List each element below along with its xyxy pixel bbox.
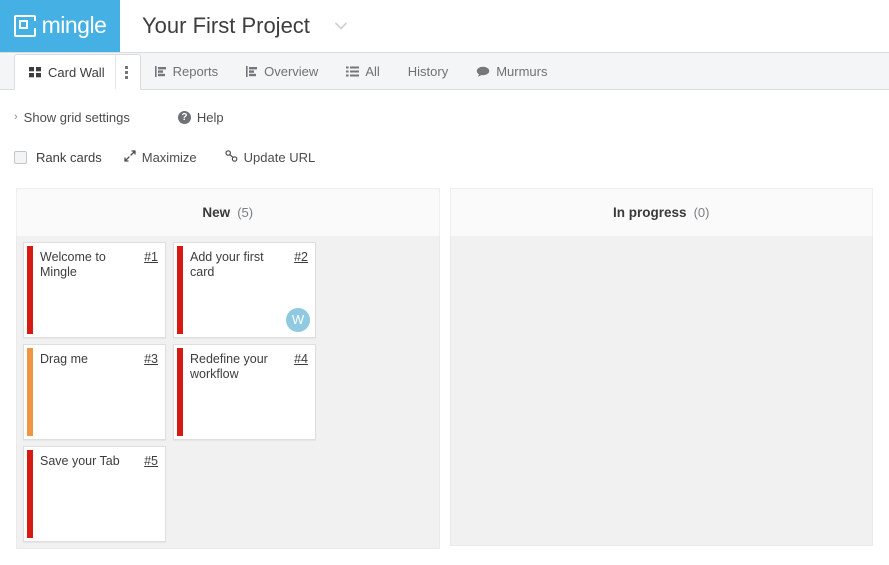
card-slot: Save your Tab #5 [23, 446, 173, 548]
bar-chart-icon [246, 66, 258, 77]
mingle-logo-icon [14, 15, 36, 37]
card-number-link[interactable]: #1 [144, 250, 158, 264]
list-icon [346, 66, 359, 77]
tab-history[interactable]: History [394, 53, 462, 89]
chevron-right-icon: › [14, 112, 18, 123]
column-header-new[interactable]: New (5) [16, 188, 440, 236]
vertical-dots-icon[interactable] [115, 55, 134, 89]
project-selector[interactable]: Your First Project [120, 0, 889, 52]
card-number-link[interactable]: #4 [294, 352, 308, 366]
tab-label-murmurs: Murmurs [496, 64, 547, 79]
column-new: New (5) Welcome to Mingle #1 [16, 188, 440, 549]
speech-bubble-icon [476, 66, 490, 77]
tab-label-all: All [365, 64, 379, 79]
card-slot: Redefine your workflow #4 [173, 344, 323, 446]
card-slot: Drag me #3 [23, 344, 173, 446]
tab-card-wall[interactable]: Card Wall [14, 54, 141, 90]
rank-cards-label: Rank cards [36, 150, 102, 165]
card-slot: Welcome to Mingle #1 [23, 242, 173, 344]
card-title: Add your first card [190, 250, 278, 280]
tab-label-reports: Reports [173, 64, 219, 79]
column-header-in-progress[interactable]: In progress (0) [450, 188, 874, 236]
card-5[interactable]: Save your Tab #5 [23, 446, 166, 542]
card-title: Drag me [40, 352, 88, 367]
update-url-button[interactable]: Update URL [225, 150, 316, 165]
card-number-link[interactable]: #2 [294, 250, 308, 264]
card-1[interactable]: Welcome to Mingle #1 [23, 242, 166, 338]
card-slot: Add your first card #2 W [173, 242, 323, 344]
help-link[interactable]: ? Help [178, 110, 224, 125]
column-body-new[interactable]: Welcome to Mingle #1 Add your first card… [16, 236, 440, 549]
toolbar-row-secondary: Rank cards Maximize Update URL [14, 144, 889, 170]
card-wall-toolbar: › Show grid settings ? Help Rank cards M… [0, 90, 889, 170]
brand-name: mingle [42, 14, 107, 39]
grid-icon [29, 67, 42, 78]
avatar[interactable]: W [286, 308, 310, 332]
tab-label-overview: Overview [264, 64, 318, 79]
maximize-button[interactable]: Maximize [124, 150, 197, 165]
tab-label-history: History [408, 64, 448, 79]
card-number-link[interactable]: #5 [144, 454, 158, 468]
chevron-down-icon[interactable] [332, 17, 350, 35]
card-4[interactable]: Redefine your workflow #4 [173, 344, 316, 440]
help-label: Help [197, 110, 224, 125]
show-grid-settings-label: Show grid settings [24, 110, 130, 125]
expand-arrows-icon [124, 150, 136, 165]
column-count-in-progress: (0) [694, 205, 710, 220]
card-2[interactable]: Add your first card #2 W [173, 242, 316, 338]
bar-chart-icon [155, 66, 167, 77]
tab-murmurs[interactable]: Murmurs [462, 53, 561, 89]
tab-label-card-wall: Card Wall [48, 65, 105, 80]
column-in-progress: In progress (0) [450, 188, 874, 549]
card-number-link[interactable]: #3 [144, 352, 158, 366]
app-header: mingle Your First Project [0, 0, 889, 53]
column-name-new: New [202, 205, 230, 220]
mingle-brand-logo[interactable]: mingle [0, 0, 120, 52]
update-url-label: Update URL [244, 150, 316, 165]
maximize-label: Maximize [142, 150, 197, 165]
card-title: Redefine your workflow [190, 352, 278, 382]
question-mark-circle-icon: ? [178, 111, 191, 124]
column-name-in-progress: In progress [613, 205, 687, 220]
card-3[interactable]: Drag me #3 [23, 344, 166, 440]
link-chain-icon [225, 150, 238, 165]
page-title: Your First Project [142, 13, 310, 39]
main-navigation: Card Wall Reports Overview [0, 53, 889, 90]
card-title: Welcome to Mingle [40, 250, 128, 280]
card-title: Save your Tab [40, 454, 120, 469]
tab-overview[interactable]: Overview [232, 53, 332, 89]
rank-cards-checkbox[interactable] [14, 151, 27, 164]
toolbar-row-primary: › Show grid settings ? Help [14, 104, 889, 130]
column-body-in-progress[interactable] [450, 236, 874, 546]
column-count-new: (5) [237, 205, 253, 220]
tab-all[interactable]: All [332, 53, 393, 89]
show-grid-settings-link[interactable]: › Show grid settings [14, 110, 130, 125]
tab-reports[interactable]: Reports [141, 53, 233, 89]
card-wall: New (5) Welcome to Mingle #1 [0, 188, 889, 549]
